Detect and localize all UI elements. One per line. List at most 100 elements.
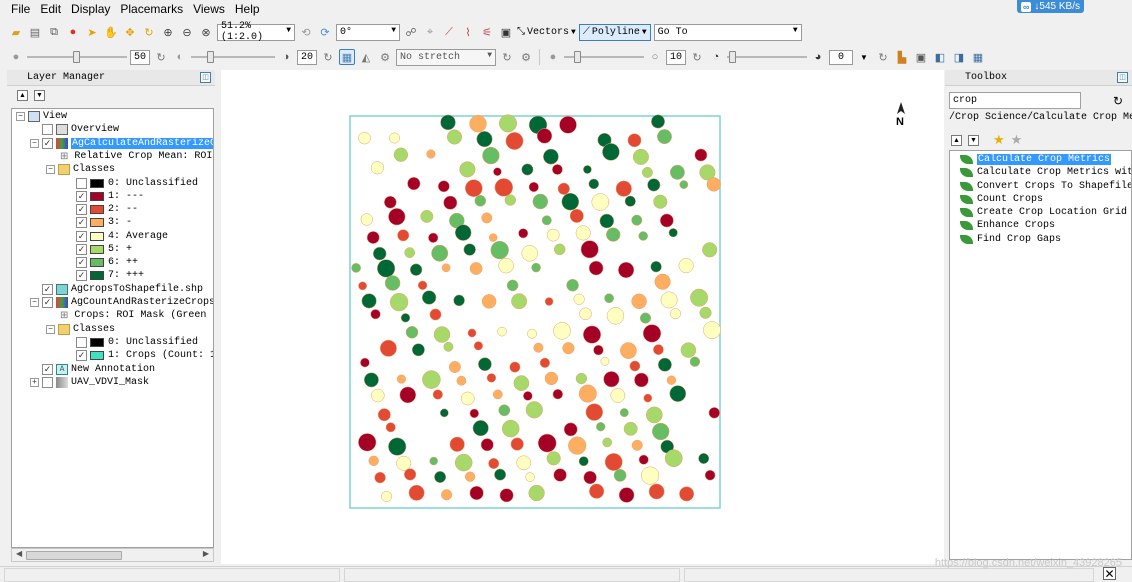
class-row[interactable]: ✓ 7: +++ (76, 269, 144, 282)
rotation-combo[interactable]: 0° ▼ (336, 23, 400, 41)
sharpen-slider[interactable] (564, 49, 644, 65)
class-row[interactable]: ✓ 6: ++ (76, 256, 138, 269)
rotate-left-icon[interactable]: ⟲ (298, 24, 314, 40)
map-view[interactable]: N (221, 70, 944, 564)
tree-row-band[interactable]: ⊞ Crops: ROI Mask (Green Leaf (60, 309, 213, 322)
layer-checkbox[interactable] (76, 178, 87, 189)
view-split-icon[interactable]: ◨ (951, 49, 967, 65)
menu-placemarks[interactable]: Placemarks (115, 2, 188, 16)
stretch-combo[interactable]: No stretch ▼ (396, 48, 496, 66)
layer-checkbox[interactable]: ✓ (42, 364, 53, 375)
brightness-value[interactable]: 50 (130, 49, 150, 65)
select-arrow-icon[interactable]: ➤ (84, 24, 100, 40)
refresh-icon[interactable]: ↻ (1113, 94, 1123, 108)
layer-checkbox[interactable]: ✓ (76, 204, 87, 215)
layer-checkbox[interactable]: ✓ (42, 297, 53, 308)
layer-checkbox[interactable]: ✓ (76, 350, 87, 361)
brightness-slider[interactable] (27, 49, 127, 65)
pin-icon[interactable]: ● (65, 24, 81, 40)
expand-all-icon[interactable]: ▼ (34, 89, 45, 101)
tool-item[interactable]: Create Crop Location Grid (960, 206, 1127, 219)
collapse-toggle[interactable]: − (46, 325, 55, 334)
layer-checkbox[interactable]: ✓ (76, 231, 87, 242)
zoom-in-icon[interactable]: ⊕ (160, 24, 176, 40)
collapse-all-icon[interactable]: ▲ (17, 89, 28, 101)
data-manager-icon[interactable]: ▤ (27, 24, 43, 40)
stretch-icon[interactable]: ▦ (339, 49, 355, 65)
zoom-out-icon[interactable]: ⊖ (179, 24, 195, 40)
favorite-remove-icon[interactable]: ★ (1011, 132, 1023, 148)
cursor-value-icon[interactable]: ☍ (403, 24, 419, 40)
crosshair-icon[interactable]: ⌖ (422, 24, 438, 40)
contrast-value[interactable]: 20 (297, 49, 317, 65)
pan-hand-icon[interactable]: ✋ (103, 24, 119, 40)
scroll-right-icon[interactable]: ▶ (203, 549, 209, 558)
rotate-right-icon[interactable]: ⟳ (317, 24, 333, 40)
open-folder-icon[interactable]: ▰ (8, 24, 24, 40)
favorite-star-icon[interactable]: ★ (993, 132, 1005, 148)
reset-icon[interactable]: ↻ (875, 49, 891, 65)
tool-item[interactable]: Convert Crops To Shapefile (960, 180, 1131, 193)
polyline-button[interactable]: ⟋ Polyline ▼ (578, 23, 651, 41)
tree-row-vdvi[interactable]: + UAV_VDVI_Mask (30, 376, 149, 389)
vectors-button[interactable]: ⤡ Vectors ▼ (517, 26, 576, 39)
scrollbar-thumb[interactable] (26, 551, 122, 560)
tool-item[interactable]: Count Crops (960, 193, 1043, 206)
layer-checkbox[interactable]: ✓ (76, 270, 87, 281)
layer-checkbox[interactable] (42, 124, 53, 135)
class-row[interactable]: ✓ 5: + (76, 243, 132, 256)
profile-icon[interactable]: ⌇ (460, 24, 476, 40)
layer-checkbox[interactable]: ✓ (76, 257, 87, 268)
contrast-slider[interactable] (191, 49, 275, 65)
layer-checkbox[interactable]: ✓ (76, 191, 87, 202)
zoom-combo[interactable]: 51.2% (1:2.0) ▼ (217, 21, 295, 43)
class-row[interactable]: ✓ 3: - (76, 216, 132, 229)
layer-checkbox[interactable]: ✓ (76, 244, 87, 255)
expand-all-icon[interactable]: ▼ (968, 134, 979, 146)
tree-row-count-raster[interactable]: − ✓ AgCountAndRasterizeCrops_2.d (30, 296, 213, 309)
reset-icon[interactable]: ↻ (689, 49, 705, 65)
tool-item[interactable]: Enhance Crops (960, 219, 1055, 232)
class-row[interactable]: 0: Unclassified (76, 336, 198, 349)
layer-icon[interactable]: ⧉ (46, 24, 62, 40)
menu-help[interactable]: Help (230, 2, 265, 16)
measure-icon[interactable]: ⟋ (441, 24, 457, 40)
layer-checkbox[interactable]: ✓ (42, 138, 53, 149)
collapse-toggle[interactable]: − (46, 165, 55, 174)
transparency-value[interactable]: 0 (829, 49, 853, 65)
tree-row-view[interactable]: − View (16, 110, 67, 123)
class-row[interactable]: ✓ 1: --- (76, 190, 144, 203)
chart-bar-icon[interactable]: ▙ (894, 49, 910, 65)
transparency-slider[interactable] (727, 49, 807, 65)
view-single-icon[interactable]: ◧ (932, 49, 948, 65)
map-canvas[interactable]: N (221, 70, 944, 564)
tree-row-calc-raster[interactable]: − ✓ AgCalculateAndRasterizeCropM (30, 137, 213, 150)
sharpen-value[interactable]: 10 (666, 49, 686, 65)
tool-item[interactable]: Find Crop Gaps (960, 233, 1061, 246)
menu-edit[interactable]: Edit (35, 2, 66, 16)
reset-icon[interactable]: ↻ (499, 49, 515, 65)
expand-toggle[interactable]: + (30, 378, 39, 387)
fixed-zoom-icon[interactable]: ⊗ (198, 24, 214, 40)
goto-combo[interactable]: Go To ▼ (653, 23, 802, 41)
layer-tree-scrollbar[interactable]: ◀ ▶ (11, 548, 214, 562)
menu-display[interactable]: Display (66, 2, 115, 16)
class-row[interactable]: 0: Unclassified (76, 177, 198, 190)
tree-row-overview[interactable]: Overview (42, 123, 119, 136)
fly-icon[interactable]: ✥ (122, 24, 138, 40)
close-icon[interactable]: ✕ (1103, 567, 1116, 581)
settings-icon[interactable]: ⚙ (377, 49, 393, 65)
layer-checkbox[interactable] (76, 337, 87, 348)
tree-row-band[interactable]: ⊞ Relative Crop Mean: ROI Mask (60, 150, 213, 163)
reset-icon[interactable]: ↻ (153, 49, 169, 65)
reset-icon[interactable]: ↻ (320, 49, 336, 65)
class-row[interactable]: ✓ 4: Average (76, 230, 168, 243)
layer-checkbox[interactable]: ✓ (42, 284, 53, 295)
undock-icon[interactable]: ◫ (200, 72, 211, 83)
tool-item[interactable]: Calculate Crop Metrics (960, 153, 1112, 166)
collapse-all-icon[interactable]: ▲ (951, 134, 962, 146)
histogram-icon[interactable]: ◭ (358, 49, 374, 65)
image-icon[interactable]: ▣ (913, 49, 929, 65)
sharpen-icon[interactable]: ⚙ (518, 49, 534, 65)
scroll-left-icon[interactable]: ◀ (16, 549, 22, 558)
